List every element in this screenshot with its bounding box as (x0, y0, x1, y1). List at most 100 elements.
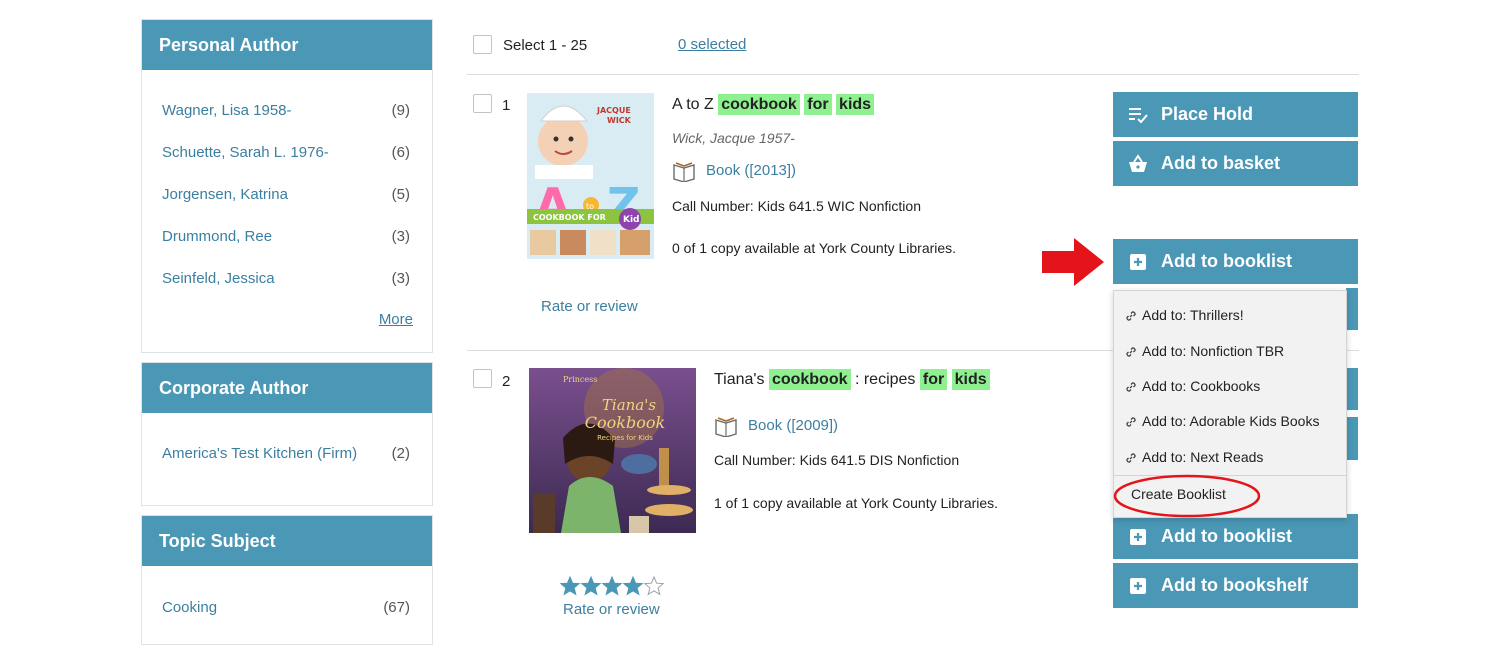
facet-item[interactable]: Drummond, Ree (3) (142, 216, 432, 258)
star-filled-icon[interactable] (580, 575, 602, 596)
title-highlight: kids (951, 369, 990, 390)
facet-list: Wagner, Lisa 1958- (9) Schuette, Sarah L… (142, 90, 432, 300)
list-check-icon (1129, 108, 1148, 124)
facet-item[interactable]: Seinfeld, Jessica (3) (142, 258, 432, 300)
svg-text:Tiana's: Tiana's (602, 396, 656, 414)
button-label: Add to basket (1161, 153, 1281, 173)
star-empty-icon[interactable] (643, 575, 665, 596)
facet-list: America's Test Kitchen (Firm) (2) (142, 433, 432, 475)
result-author[interactable]: Wick, Jacque 1957- (672, 130, 795, 146)
star-filled-icon[interactable] (601, 575, 623, 596)
facet-personal-author: Personal Author Wagner, Lisa 1958- (9) S… (141, 19, 433, 353)
add-to-bookshelf-button[interactable]: Add to bookshelf (1113, 563, 1358, 608)
facet-item[interactable]: Wagner, Lisa 1958- (9) (142, 90, 432, 132)
link-icon (1126, 417, 1136, 427)
facet-item[interactable]: Jorgensen, Katrina (5) (142, 174, 432, 216)
selected-count-link[interactable]: 0 selected (678, 36, 746, 53)
menu-item-label: Add to: Nonfiction TBR (1142, 343, 1285, 359)
title-highlight: for (919, 369, 948, 390)
button-label: Add to booklist (1161, 526, 1292, 546)
result-checkbox[interactable] (473, 94, 492, 113)
facet-more-link[interactable]: More (379, 311, 413, 328)
rate-review-link[interactable]: Rate or review (541, 298, 638, 315)
result-number: 1 (502, 97, 511, 114)
plus-square-icon (1130, 254, 1146, 270)
hidden-button-edge[interactable] (1346, 368, 1358, 410)
result-title[interactable]: A to Z cookbook for kids (672, 94, 875, 115)
star-filled-icon[interactable] (559, 575, 581, 596)
facet-item-count: (6) (391, 144, 410, 161)
call-number: Call Number: Kids 641.5 WIC Nonfiction (672, 198, 921, 214)
add-to-basket-button[interactable]: Add to basket (1113, 141, 1358, 186)
facet-title[interactable]: Corporate Author (142, 363, 432, 413)
star-rating[interactable] (559, 575, 670, 597)
cover-art-a-to-z: A Z to COOKBOOK FOR Kid JACQUE WICK (527, 93, 654, 259)
availability: 0 of 1 copy available at York County Lib… (672, 240, 957, 256)
hidden-button-edge[interactable] (1346, 288, 1358, 330)
result-format[interactable]: Book ([2013]) (672, 160, 796, 182)
facet-item-name[interactable]: Drummond, Ree (162, 228, 272, 245)
book-cover[interactable]: A Z to COOKBOOK FOR Kid JACQUE WICK (527, 93, 654, 259)
facet-corporate-author: Corporate Author America's Test Kitchen … (141, 362, 433, 506)
facet-item-name[interactable]: Schuette, Sarah L. 1976- (162, 144, 329, 161)
title-text: A to Z (672, 96, 714, 113)
menu-item-label: Add to: Adorable Kids Books (1142, 413, 1320, 429)
result-checkbox[interactable] (473, 369, 492, 388)
facet-item-name[interactable]: America's Test Kitchen (Firm) (162, 445, 357, 462)
title-text: Tiana's (714, 371, 765, 388)
booklist-menu-item[interactable]: Add to: Thrillers! (1124, 307, 1244, 323)
facet-list: Cooking (67) (142, 587, 432, 629)
svg-text:Princess: Princess (563, 375, 597, 384)
format-label: Book ([2013]) (706, 161, 797, 179)
place-hold-button[interactable]: Place Hold (1113, 92, 1358, 137)
title-highlight: cookbook (768, 369, 851, 390)
facet-item-count: (3) (391, 270, 410, 287)
facet-item-count: (2) (391, 445, 410, 462)
svg-text:Cookbook: Cookbook (585, 413, 665, 432)
result-format[interactable]: Book ([2009]) (714, 415, 838, 437)
button-label: Add to bookshelf (1161, 575, 1308, 595)
rate-review-link[interactable]: Rate or review (563, 601, 660, 618)
booklist-menu-item[interactable]: Add to: Nonfiction TBR (1124, 343, 1284, 359)
result-number: 2 (502, 373, 511, 390)
cover-art-tianas-cookbook: Tiana's Cookbook Recipes for Kids Prince… (529, 368, 696, 533)
hidden-button-edge[interactable] (1346, 417, 1358, 460)
result-title[interactable]: Tiana's cookbook : recipes for kids (714, 369, 990, 390)
facet-item-count: (9) (391, 102, 410, 119)
menu-item-label: Add to: Cookbooks (1142, 378, 1261, 394)
plus-square-icon (1130, 529, 1146, 545)
menu-item-label: Add to: Next Reads (1142, 449, 1264, 465)
facet-item-name[interactable]: Jorgensen, Katrina (162, 186, 288, 203)
facet-item-name[interactable]: Wagner, Lisa 1958- (162, 102, 292, 119)
booklist-menu-item[interactable]: Add to: Adorable Kids Books (1124, 413, 1319, 429)
plus-square-icon (1130, 578, 1146, 594)
facet-item[interactable]: Cooking (67) (142, 587, 432, 629)
facet-item-name[interactable]: Seinfeld, Jessica (162, 270, 275, 287)
booklist-menu-item[interactable]: Add to: Next Reads (1124, 449, 1263, 465)
format-label: Book ([2009]) (748, 416, 839, 434)
call-number: Call Number: Kids 641.5 DIS Nonfiction (714, 452, 960, 468)
menu-item-label: Add to: Thrillers! (1142, 307, 1244, 323)
select-all-checkbox[interactable] (473, 35, 492, 54)
divider (467, 74, 1359, 75)
facet-item-count: (5) (391, 186, 410, 203)
stars-svg (559, 575, 665, 596)
basket-icon (1129, 154, 1147, 172)
facet-item-count: (67) (383, 599, 410, 616)
title-text: : recipes (854, 371, 916, 388)
book-icon (673, 162, 695, 182)
add-to-booklist-button[interactable]: Add to booklist (1113, 239, 1358, 284)
facet-item-count: (3) (391, 228, 410, 245)
star-filled-icon[interactable] (622, 575, 644, 596)
facet-title[interactable]: Personal Author (142, 20, 432, 70)
facet-item-name[interactable]: Cooking (162, 599, 217, 616)
facet-topic-subject: Topic Subject Cooking (67) (141, 515, 433, 645)
book-cover[interactable]: Tiana's Cookbook Recipes for Kids Prince… (529, 368, 696, 533)
booklist-menu-item[interactable]: Add to: Cookbooks (1124, 378, 1260, 394)
facet-item[interactable]: Schuette, Sarah L. 1976- (6) (142, 132, 432, 174)
select-range-label: Select 1 - 25 (503, 37, 588, 54)
title-highlight: cookbook (718, 94, 800, 115)
svg-text:JACQUE: JACQUE (596, 106, 631, 115)
facet-item[interactable]: America's Test Kitchen (Firm) (2) (142, 433, 432, 475)
facet-title[interactable]: Topic Subject (142, 516, 432, 566)
